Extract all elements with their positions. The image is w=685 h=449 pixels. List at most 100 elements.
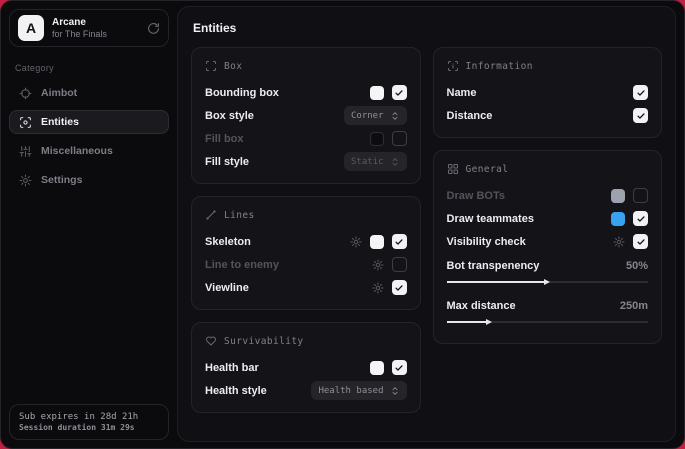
column-1: BoxBounding boxBox styleCornerFill boxFi… — [191, 47, 421, 413]
check-icon — [394, 237, 404, 247]
gear-icon[interactable] — [372, 259, 384, 271]
fill-style-label: Fill style — [205, 156, 249, 168]
draw-bots-label: Draw BOTs — [447, 190, 505, 202]
app-subtitle: for The Finals — [52, 29, 139, 39]
check-icon — [636, 88, 646, 98]
app-logo: A — [18, 15, 44, 41]
draw-teammates-color-swatch[interactable] — [611, 212, 625, 226]
sidebar-item-label: Miscellaneous — [41, 145, 113, 157]
skeleton-color-swatch[interactable] — [370, 235, 384, 249]
sidebar-item-label: Settings — [41, 174, 82, 186]
slider-thumb[interactable] — [544, 279, 550, 285]
distance-checkbox[interactable] — [633, 108, 648, 123]
bot-transpenency-value: 50% — [626, 260, 648, 272]
bot-transpenency-label: Bot transpenency — [447, 260, 540, 272]
draw-bots-checkbox[interactable] — [633, 188, 648, 203]
row-draw-bots: Draw BOTs — [447, 184, 649, 207]
check-icon — [636, 111, 646, 121]
info-brackets-icon — [447, 60, 459, 72]
draw-bots-controls — [611, 188, 648, 203]
box-style-dropdown[interactable]: Corner — [344, 106, 407, 125]
gear-icon[interactable] — [613, 236, 625, 248]
session-duration-text: Session duration 31m 29s — [19, 423, 159, 432]
section-header-lines: Lines — [205, 209, 407, 221]
section-header-information: Information — [447, 60, 649, 72]
viewline-checkbox[interactable] — [392, 280, 407, 295]
row-health-bar: Health bar — [205, 356, 407, 379]
health-style-controls: Health based — [311, 381, 406, 400]
row-fill-box: Fill box — [205, 127, 407, 150]
section-lines: LinesSkeletonLine to enemyViewline — [191, 196, 421, 310]
health-style-dropdown-value: Health based — [318, 386, 383, 396]
slider-labels: Bot transpenency 50% — [447, 257, 649, 275]
fill-style-dropdown[interactable]: Static — [344, 152, 407, 171]
name-controls — [633, 85, 648, 100]
skeleton-checkbox[interactable] — [392, 234, 407, 249]
distance-label: Distance — [447, 110, 493, 122]
sidebar-item-aimbot[interactable]: Aimbot — [9, 81, 169, 105]
bounding-box-color-swatch[interactable] — [370, 86, 384, 100]
diagonal-line-icon — [205, 209, 217, 221]
gear-icon[interactable] — [350, 236, 362, 248]
category-label: Category — [15, 63, 169, 73]
row-box-style: Box style Corner — [205, 104, 407, 127]
health-style-dropdown[interactable]: Health based — [311, 381, 406, 400]
bounding-box-checkbox[interactable] — [392, 85, 407, 100]
health-bar-label: Health bar — [205, 362, 259, 374]
sync-icon[interactable] — [147, 22, 160, 35]
line-to-enemy-checkbox[interactable] — [392, 257, 407, 272]
check-icon — [394, 88, 404, 98]
box-style-label: Box style — [205, 110, 254, 122]
max-distance-slider[interactable] — [447, 318, 649, 325]
row-line-to-enemy: Line to enemy — [205, 253, 407, 276]
max-distance-label: Max distance — [447, 300, 516, 312]
check-icon — [394, 283, 404, 293]
sidebar-item-miscellaneous[interactable]: Miscellaneous — [9, 139, 169, 163]
row-distance: Distance — [447, 104, 649, 127]
draw-teammates-label: Draw teammates — [447, 213, 534, 225]
health-bar-checkbox[interactable] — [392, 360, 407, 375]
health-bar-color-swatch[interactable] — [370, 361, 384, 375]
sidebar: A Arcane for The Finals Category Aimbot E… — [1, 1, 177, 448]
skeleton-label: Skeleton — [205, 236, 251, 248]
sidebar-item-settings[interactable]: Settings — [9, 168, 169, 192]
sub-expiry-text: Sub expires in 28d 21h — [19, 412, 159, 422]
visibility-check-controls — [613, 234, 648, 249]
distance-controls — [633, 108, 648, 123]
fill-box-label: Fill box — [205, 133, 244, 145]
app-name: Arcane — [52, 17, 139, 29]
fill-box-color-swatch[interactable] — [370, 132, 384, 146]
unfold-icon — [390, 386, 400, 396]
name-label: Name — [447, 87, 477, 99]
visibility-check-checkbox[interactable] — [633, 234, 648, 249]
bounding-box-controls — [370, 85, 407, 100]
draw-teammates-checkbox[interactable] — [633, 211, 648, 226]
line-to-enemy-label: Line to enemy — [205, 259, 279, 271]
bot-transpenency-slider[interactable] — [447, 278, 649, 285]
section-title: General — [466, 164, 509, 175]
check-icon — [394, 363, 404, 373]
section-header-general: General — [447, 163, 649, 175]
sidebar-item-entities[interactable]: Entities — [9, 110, 169, 134]
section-title: Box — [224, 61, 242, 72]
check-icon — [636, 214, 646, 224]
section-title: Information — [466, 61, 533, 72]
name-checkbox[interactable] — [633, 85, 648, 100]
gear-icon[interactable] — [372, 282, 384, 294]
section-box: BoxBounding boxBox styleCornerFill boxFi… — [191, 47, 421, 184]
sidebar-item-label: Entities — [41, 116, 79, 128]
sidebar-spacer — [9, 192, 169, 404]
app-logo-letter: A — [26, 20, 36, 36]
skeleton-controls — [350, 234, 407, 249]
draw-bots-color-swatch[interactable] — [611, 189, 625, 203]
health-bar-controls — [370, 360, 407, 375]
check-icon — [636, 237, 646, 247]
sidebar-item-label: Aimbot — [41, 87, 77, 99]
max-distance-value: 250m — [620, 300, 648, 312]
row-health-style: Health styleHealth based — [205, 379, 407, 402]
section-title: Survivability — [224, 336, 304, 347]
box-brackets-icon — [205, 60, 217, 72]
fill-box-checkbox[interactable] — [392, 131, 407, 146]
slider-thumb[interactable] — [486, 319, 492, 325]
section-title: Lines — [224, 210, 255, 221]
